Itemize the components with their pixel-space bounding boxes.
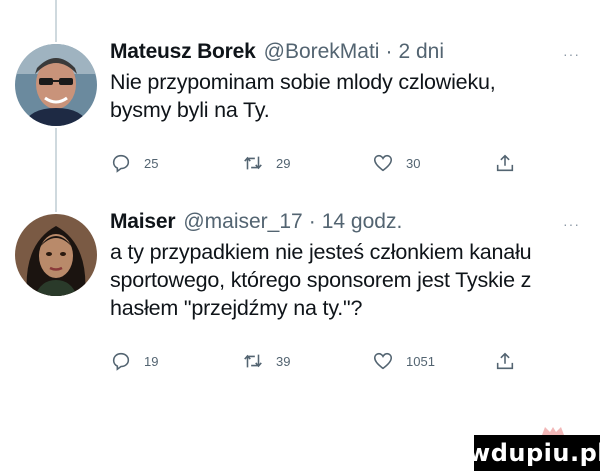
person-avatar-icon xyxy=(15,44,97,126)
separator: · xyxy=(308,210,316,233)
avatar[interactable] xyxy=(15,214,97,296)
retweet-button[interactable]: 29 xyxy=(242,152,290,174)
more-options-icon[interactable]: ··· xyxy=(563,46,580,62)
reply-button[interactable]: 25 xyxy=(110,152,158,174)
tweet-actions: 25 29 30 xyxy=(110,152,570,178)
watermark: wdupiu.pl xyxy=(468,435,600,471)
retweet-icon xyxy=(244,354,262,368)
like-count: 1051 xyxy=(406,353,435,369)
tweet-text: Nie przypominam sobie mlody czlowieku, b… xyxy=(110,70,496,122)
share-button[interactable] xyxy=(494,350,516,372)
tweet-actions: 19 39 1051 xyxy=(110,350,570,376)
handle[interactable]: @BorekMati xyxy=(264,40,380,64)
share-icon xyxy=(496,154,514,172)
display-name[interactable]: Mateusz Borek xyxy=(110,40,256,64)
like-count: 30 xyxy=(406,155,421,171)
timestamp[interactable]: 2 dni xyxy=(398,40,444,64)
separator: · xyxy=(385,40,393,63)
retweet-icon xyxy=(244,156,262,170)
tweet-2[interactable]: Maiser @maiser_17 · 14 godz. ··· a ty pr… xyxy=(0,210,600,370)
more-options-icon[interactable]: ··· xyxy=(563,216,580,232)
share-icon xyxy=(496,352,514,370)
avatar[interactable] xyxy=(15,44,97,126)
like-button[interactable]: 30 xyxy=(372,152,420,174)
thread-line-top xyxy=(55,0,57,42)
retweet-button[interactable]: 39 xyxy=(242,350,290,372)
share-button[interactable] xyxy=(494,152,516,174)
tweet-header: Maiser @maiser_17 · 14 godz. xyxy=(110,210,580,234)
retweet-count: 39 xyxy=(276,353,291,369)
handle[interactable]: @maiser_17 xyxy=(183,210,302,234)
tweet-text: a ty przypadkiem nie jesteś członkiem ka… xyxy=(110,240,532,320)
timestamp[interactable]: 14 godz. xyxy=(322,210,403,234)
watermark-crown-icon xyxy=(542,427,564,435)
reply-count: 19 xyxy=(144,353,159,369)
reply-count: 25 xyxy=(144,155,159,171)
like-icon xyxy=(373,352,393,370)
display-name[interactable]: Maiser xyxy=(110,210,176,234)
retweet-count: 29 xyxy=(276,155,291,171)
reply-button[interactable]: 19 xyxy=(110,350,158,372)
like-button[interactable]: 1051 xyxy=(372,350,435,372)
reply-icon xyxy=(112,352,130,371)
person-avatar-icon xyxy=(15,214,97,296)
reply-icon xyxy=(112,154,130,173)
like-icon xyxy=(373,154,393,172)
tweet-header: Mateusz Borek @BorekMati · 2 dni xyxy=(110,40,580,64)
